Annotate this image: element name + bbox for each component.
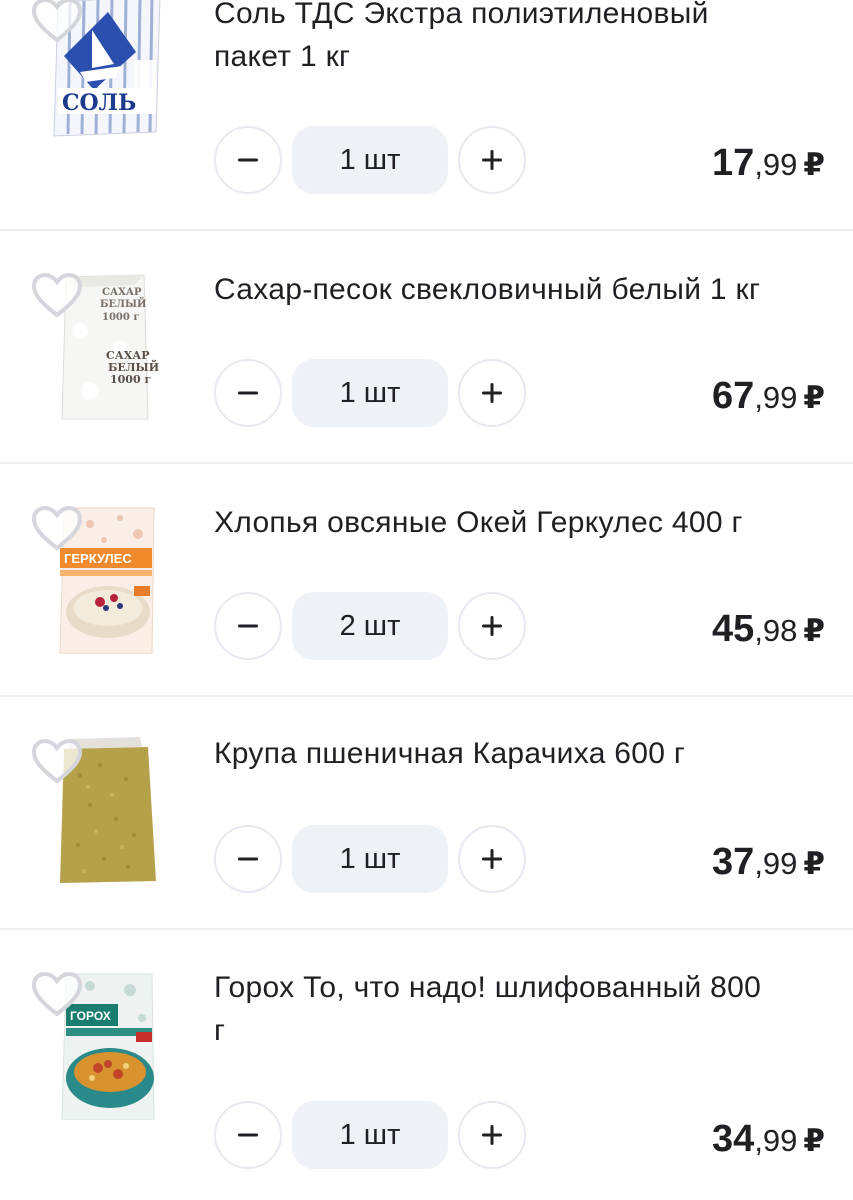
plus-icon [482, 150, 502, 170]
minus-icon [238, 624, 258, 628]
oat-pack-label: ГЕРКУЛЕС [64, 551, 132, 566]
decrease-quantity-button[interactable] [214, 592, 282, 660]
quantity-stepper: 1 шт [214, 825, 526, 895]
decrease-quantity-button[interactable] [214, 1101, 282, 1169]
quantity-value[interactable]: 1 шт [292, 1101, 448, 1169]
quantity-stepper: 1 шт [214, 126, 526, 196]
minus-icon [238, 158, 258, 162]
favorite-button[interactable] [30, 970, 84, 1018]
plus-icon [482, 849, 502, 869]
plus-icon [482, 1125, 502, 1145]
svg-text:1000 г: 1000 г [110, 373, 151, 386]
increase-quantity-button[interactable] [458, 592, 526, 660]
increase-quantity-button[interactable] [458, 825, 526, 893]
quantity-value[interactable]: 1 шт [292, 825, 448, 893]
product-title[interactable]: Горох То, что надо! шлифованный 800 г [214, 966, 834, 1052]
plus-icon [482, 616, 502, 636]
heart-outline-icon [31, 505, 83, 551]
product-title[interactable]: Соль ТДС Экстра полиэтиленовый пакет 1 к… [214, 0, 834, 78]
svg-text:1000 г: 1000 г [102, 312, 139, 323]
product-title[interactable]: Крупа пшеничная Карачиха 600 г [214, 732, 834, 775]
quantity-stepper: 1 шт [214, 359, 526, 429]
favorite-button[interactable] [30, 504, 84, 552]
heart-outline-icon [31, 272, 83, 318]
heart-outline-icon [31, 0, 83, 43]
quantity-value[interactable]: 2 шт [292, 592, 448, 660]
increase-quantity-button[interactable] [458, 1101, 526, 1169]
product-title[interactable]: Хлопья овсяные Окей Геркулес 400 г [214, 501, 834, 544]
decrease-quantity-button[interactable] [214, 825, 282, 893]
sugar-pack-label: САХАР [102, 287, 142, 298]
favorite-button[interactable] [30, 0, 84, 44]
cart-product-list: СОЛЬ Соль ТДС Экстра полиэтиленовый паке… [0, 0, 853, 1200]
salt-pack-label: СОЛЬ [62, 90, 136, 116]
svg-text:БЕЛЫЙ: БЕЛЫЙ [100, 297, 146, 310]
quantity-value[interactable]: 1 шт [292, 359, 448, 427]
quantity-stepper: 2 шт [214, 592, 526, 662]
product-title[interactable]: Сахар-песок свекловичный белый 1 кг [214, 268, 834, 311]
heart-outline-icon [31, 738, 83, 784]
minus-icon [238, 857, 258, 861]
cart-item-sugar: САХАР БЕЛЫЙ 1000 г САХАР БЕЛЫЙ 1000 г Са… [0, 231, 853, 464]
cart-item-salt: СОЛЬ Соль ТДС Экстра полиэтиленовый паке… [0, 0, 853, 231]
increase-quantity-button[interactable] [458, 126, 526, 194]
product-price: 37,99 ₽ [712, 841, 825, 883]
cart-item-wheat-groats: Крупа пшеничная Карачиха 600 г 1 шт 37,9… [0, 697, 853, 930]
minus-icon [238, 391, 258, 395]
product-price: 34,99 ₽ [712, 1118, 825, 1160]
decrease-quantity-button[interactable] [214, 126, 282, 194]
product-price: 17,99 ₽ [712, 142, 825, 184]
minus-icon [238, 1133, 258, 1137]
quantity-stepper: 1 шт [214, 1101, 526, 1171]
quantity-value[interactable]: 1 шт [292, 126, 448, 194]
favorite-button[interactable] [30, 271, 84, 319]
heart-outline-icon [31, 971, 83, 1017]
cart-item-peas: ГОРОХ Горох То, что надо! шлифованный 80… [0, 930, 853, 1200]
favorite-button[interactable] [30, 737, 84, 785]
cart-item-oat-flakes: ГЕРКУЛЕС Хлопья овсяные Окей Геркулес 40… [0, 464, 853, 697]
plus-icon [482, 383, 502, 403]
product-price: 45,98 ₽ [712, 608, 825, 650]
decrease-quantity-button[interactable] [214, 359, 282, 427]
product-price: 67,99 ₽ [712, 375, 825, 417]
increase-quantity-button[interactable] [458, 359, 526, 427]
svg-text:БЕЛЫЙ: БЕЛЫЙ [108, 359, 159, 374]
